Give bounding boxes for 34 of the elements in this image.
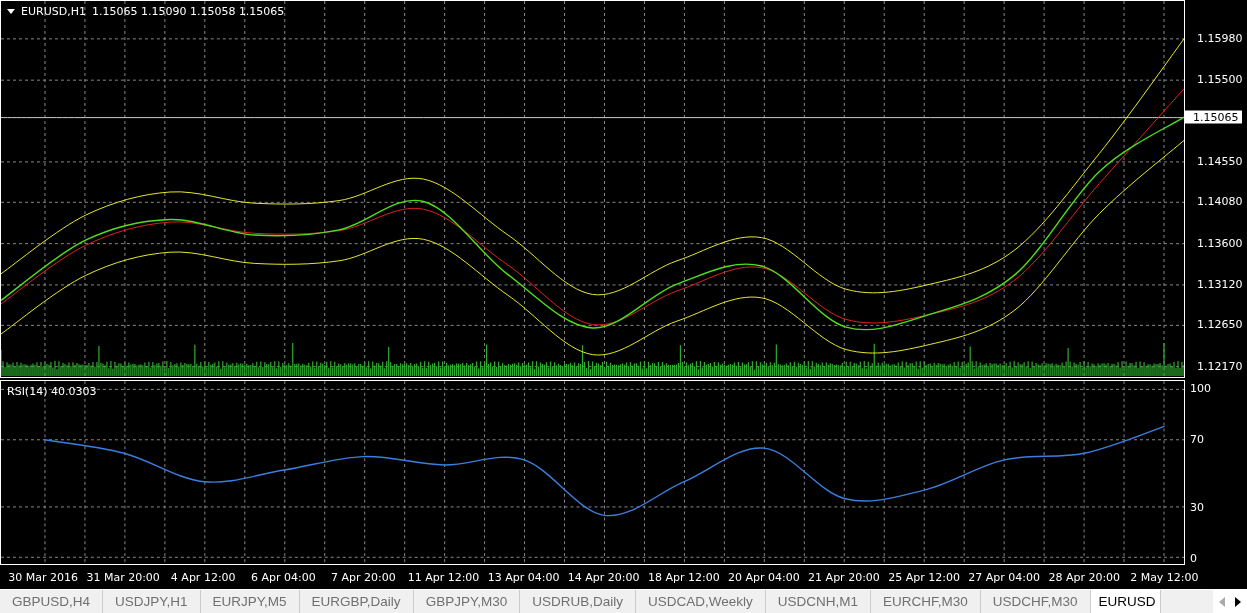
- price-axis-label: 1.14080: [1197, 194, 1243, 208]
- rsi-label: RSI(14) 40.0303: [7, 385, 97, 398]
- rsi-axis-label: 30: [1190, 500, 1204, 514]
- time-axis-label: 2 May 12:00: [1129, 570, 1200, 586]
- chart-tab[interactable]: EURUSD: [1090, 590, 1161, 613]
- chart-quotes: 1.15065 1.15090 1.15058 1.15065: [91, 5, 285, 18]
- price-axis-label: 1.13600: [1197, 236, 1243, 250]
- price-axis-label: 1.15500: [1197, 72, 1243, 86]
- time-axis-label: 13 Apr 04:00: [486, 570, 561, 586]
- rsi-axis-label: 0: [1190, 551, 1197, 565]
- time-axis-label: 28 Apr 20:00: [1047, 570, 1122, 586]
- time-axis-label: 7 Apr 20:00: [330, 570, 397, 586]
- time-axis-label: 21 Apr 20:00: [807, 570, 881, 586]
- time-axis-label: 6 Apr 04:00: [249, 570, 317, 586]
- time-axis-label: 25 Apr 12:00: [887, 570, 961, 586]
- time-axis-label: 27 Apr 04:00: [967, 570, 1042, 586]
- price-axis-label: 1.12170: [1197, 359, 1243, 373]
- rsi-axis-label: 70: [1190, 432, 1204, 446]
- time-axis-label: 14 Apr 20:00: [566, 570, 641, 586]
- time-axis-label: 31 Mar 20:00: [85, 570, 161, 586]
- dropdown-icon[interactable]: [7, 9, 15, 14]
- time-axis-label: 11 Apr 12:00: [406, 570, 481, 586]
- scroll-right-icon[interactable]: [1235, 596, 1241, 607]
- price-axis-label: 1.12650: [1197, 317, 1243, 331]
- chart-symbol: EURUSD,H1: [21, 5, 86, 18]
- rsi-axis-label: 100: [1190, 382, 1211, 395]
- price-axis-label: 1.13120: [1197, 277, 1243, 291]
- time-axis-label: 30 Mar 2016: [7, 570, 79, 586]
- current-price-label: 1.15065: [1185, 110, 1242, 124]
- price-axis-label: 1.15980: [1197, 31, 1243, 45]
- price-axis-label: 1.14550: [1197, 154, 1243, 168]
- time-axis-label: 20 Apr 04:00: [727, 570, 801, 586]
- time-axis-label: 18 Apr 12:00: [646, 570, 721, 586]
- time-axis-label: 4 Apr 12:00: [169, 570, 237, 586]
